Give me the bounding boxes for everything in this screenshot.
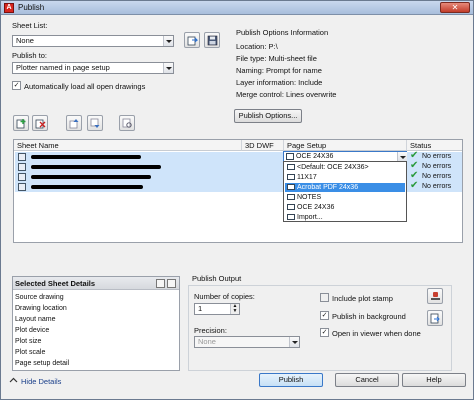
detail-plot-device: Plot device — [15, 327, 50, 334]
publish-options-button[interactable]: Publish Options... — [234, 109, 302, 123]
precision-label: Precision: — [194, 326, 227, 335]
redacted-sheet-name — [31, 185, 143, 189]
window-title: Publish — [18, 3, 45, 12]
remove-sheets-button[interactable] — [32, 115, 48, 131]
col-page-setup[interactable]: Page Setup — [284, 140, 407, 151]
checkmark-icon: ✔ — [410, 180, 419, 191]
chevron-down-icon — [163, 63, 173, 73]
page-setup-icon — [287, 194, 295, 200]
publish-button[interactable]: Publish — [259, 373, 323, 387]
page-setup-option-oce[interactable]: OCE 24X36 — [285, 203, 405, 212]
chevron-down-icon — [163, 36, 173, 46]
page-setup-icon — [287, 184, 295, 190]
page-setup-option-acrobat-pdf[interactable]: Acrobat PDF 24x36 — [285, 183, 405, 192]
redacted-sheet-name — [31, 175, 151, 179]
details-copy-icon[interactable] — [167, 279, 176, 288]
help-button[interactable]: Help — [402, 373, 466, 387]
plot-stamp-icon — [431, 292, 440, 300]
options-info-heading: Publish Options Information — [236, 28, 329, 37]
preview-icon — [122, 118, 132, 128]
sheet-icon — [18, 153, 26, 161]
page-setup-icon — [287, 204, 295, 210]
load-sheet-list-button[interactable] — [184, 32, 200, 48]
publish-background-label: Publish in background — [332, 312, 406, 321]
sheet-icon — [18, 163, 26, 171]
detail-page-setup-detail: Page setup detail — [15, 360, 70, 367]
publish-background-checkbox[interactable] — [320, 311, 329, 320]
page-setup-option-notes[interactable]: NOTES — [285, 193, 405, 202]
plot-stamp-settings-button[interactable] — [427, 288, 443, 304]
detail-source-drawing: Source drawing — [15, 294, 64, 301]
status-cell: ✔ No errors — [410, 180, 452, 191]
page-setup-arrow — [396, 152, 407, 161]
redacted-sheet-name — [31, 165, 161, 169]
sheet-icon — [18, 173, 26, 181]
info-merge-control: Merge control: Lines overwrite — [236, 90, 337, 99]
selected-sheet-details-panel: Selected Sheet Details Source drawing Dr… — [12, 276, 180, 371]
info-layer-information: Layer information: Include — [236, 78, 323, 87]
move-sheet-up-button[interactable] — [66, 115, 82, 131]
save-disk-icon — [207, 35, 218, 46]
copies-label: Number of copies: — [194, 292, 255, 301]
move-sheet-down-button[interactable] — [87, 115, 103, 131]
sheet-icon — [18, 183, 26, 191]
page-setup-icon — [287, 174, 295, 180]
page-setup-icon — [287, 164, 295, 170]
publish-to-value: Plotter named in page setup — [16, 63, 110, 72]
viewer-settings-button[interactable] — [427, 310, 443, 326]
detail-drawing-location: Drawing location — [15, 305, 67, 312]
auto-load-label: Automatically load all open drawings — [24, 82, 146, 91]
page-setup-icon — [287, 214, 295, 220]
publish-to-label: Publish to: — [12, 51, 48, 60]
copies-input[interactable]: 1 ▲ ▼ — [194, 303, 240, 315]
remove-sheets-icon — [35, 119, 46, 129]
chevron-down-icon — [289, 337, 299, 347]
page-setup-icon — [286, 153, 294, 160]
title-bar[interactable]: A Publish ✕ — [1, 1, 473, 15]
preview-button[interactable] — [119, 115, 135, 131]
auto-load-checkbox[interactable] — [12, 81, 21, 90]
hide-details-icon[interactable] — [9, 376, 18, 385]
publish-output-heading: Publish Output — [192, 274, 242, 283]
add-sheets-button[interactable] — [13, 115, 29, 131]
col-sheet-name[interactable]: Sheet Name — [14, 140, 242, 151]
save-sheet-list-button[interactable] — [204, 32, 220, 48]
page-setup-option-default[interactable]: <Default: OCE 24X36> — [285, 163, 405, 172]
publish-to-dropdown[interactable]: Plotter named in page setup — [12, 62, 174, 74]
cancel-button[interactable]: Cancel — [335, 373, 399, 387]
autocad-app-icon: A — [4, 3, 14, 13]
info-file-type: File type: Multi-sheet file — [236, 54, 317, 63]
precision-dropdown[interactable]: None — [194, 336, 300, 348]
sheet-list-dropdown[interactable]: None — [12, 35, 174, 47]
details-heading: Selected Sheet Details — [13, 277, 179, 290]
info-naming: Naming: Prompt for name — [236, 66, 322, 75]
info-location: Location: P:\ — [236, 42, 278, 51]
page-setup-option-11x17[interactable]: 11X17 — [285, 173, 405, 182]
detail-plot-scale: Plot scale — [15, 349, 46, 356]
sheet-list-label: Sheet List: — [12, 21, 48, 30]
page-setup-options-list: <Default: OCE 24X36> 11X17 Acrobat PDF 2… — [283, 161, 407, 222]
open-viewer-label: Open in viewer when done — [332, 329, 421, 338]
sheet-list-value: None — [16, 36, 34, 45]
open-viewer-checkbox[interactable] — [320, 328, 329, 337]
redacted-sheet-name — [31, 155, 141, 159]
move-down-icon — [90, 118, 100, 128]
include-plot-stamp-checkbox[interactable] — [320, 293, 329, 302]
details-view-icon[interactable] — [156, 279, 165, 288]
copies-spinner-icon[interactable]: ▲ ▼ — [230, 304, 239, 314]
page-setup-option-import[interactable]: Import... — [285, 213, 405, 222]
include-plot-stamp-label: Include plot stamp — [332, 294, 393, 303]
hide-details-link[interactable]: Hide Details — [21, 377, 61, 386]
publish-dialog: A Publish ✕ Sheet List: None Publish to:… — [0, 0, 474, 400]
detail-layout-name: Layout name — [15, 316, 56, 323]
add-sheets-icon — [16, 119, 26, 129]
chevron-down-icon — [397, 152, 407, 161]
detail-plot-size: Plot size — [15, 338, 42, 345]
close-button[interactable]: ✕ — [440, 2, 470, 13]
col-3d-dwf[interactable]: 3D DWF — [242, 140, 284, 151]
load-list-icon — [187, 36, 198, 46]
viewer-icon — [430, 313, 440, 324]
move-up-icon — [69, 119, 79, 129]
